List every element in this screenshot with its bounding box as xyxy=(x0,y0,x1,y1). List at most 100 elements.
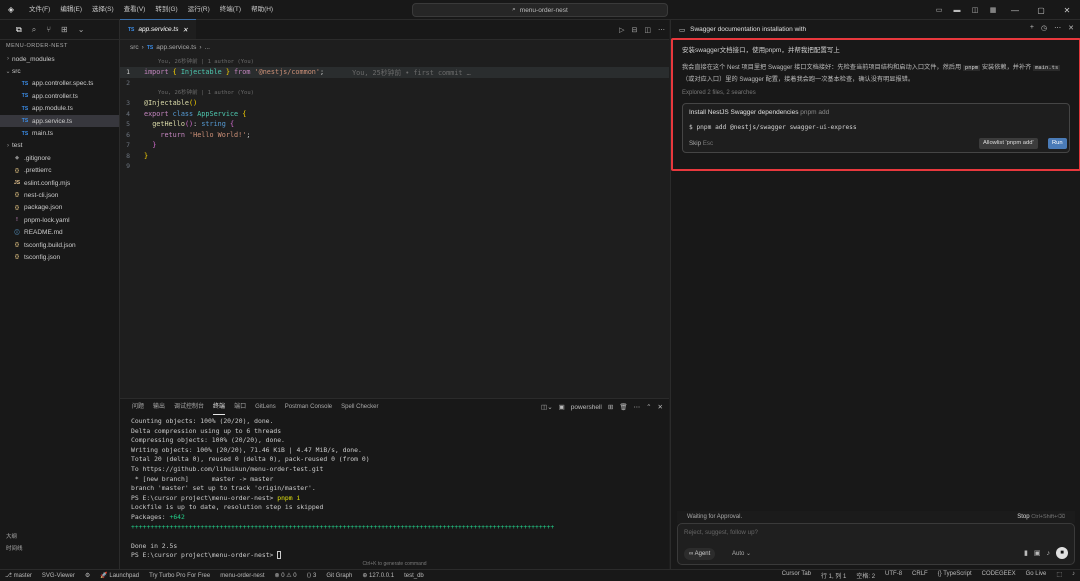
tab-debug-console[interactable]: 调试控制台 xyxy=(174,399,204,415)
allowlist-button[interactable]: Allowlist 'pnpm add' xyxy=(979,138,1038,149)
status-settings-icon[interactable]: ⚙ xyxy=(80,572,95,579)
tree-file[interactable]: TS app.module.ts xyxy=(0,103,119,115)
tree-folder[interactable]: › node_modules xyxy=(0,53,119,65)
menu-goto[interactable]: 转到(G) xyxy=(150,0,182,20)
new-chat-icon[interactable]: + xyxy=(1030,24,1034,32)
status-language[interactable]: {} TypeScript xyxy=(933,571,977,580)
menu-run[interactable]: 运行(R) xyxy=(183,0,215,20)
model-selector[interactable]: Auto ⌄ xyxy=(732,548,751,560)
run-icon[interactable]: ▷ xyxy=(619,26,624,34)
status-cursor-position[interactable]: 行 1, 列 1 xyxy=(816,571,851,580)
status-turbo-pro[interactable]: Try Turbo Pro For Free xyxy=(144,573,215,579)
tree-file[interactable]: {} tsconfig.json xyxy=(0,251,119,263)
explored-summary[interactable]: Explored 2 files, 2 searches xyxy=(682,88,1072,99)
tab-app-service[interactable]: TS app.service.ts ✕ xyxy=(120,19,196,39)
tree-file[interactable]: {} tsconfig.build.json xyxy=(0,239,119,251)
status-codegeex[interactable]: CODEGEEX xyxy=(977,571,1021,580)
chevron-down-icon[interactable]: ⌄ xyxy=(78,25,85,34)
menu-file[interactable]: 文件(F) xyxy=(24,0,55,20)
status-svg-viewer[interactable]: SVG-Viewer xyxy=(37,573,80,579)
tree-folder[interactable]: › test xyxy=(0,140,119,152)
tree-file[interactable]: ⓘ README.md xyxy=(0,226,119,238)
close-tab-icon[interactable]: ✕ xyxy=(183,26,188,34)
split-terminal-icon[interactable]: ◫⌄ xyxy=(541,403,553,411)
tree-file[interactable]: TS main.ts xyxy=(0,127,119,139)
explorer-files-icon[interactable]: ⧉ xyxy=(16,25,22,35)
breadcrumb-folder[interactable]: src xyxy=(130,44,139,51)
tree-file[interactable]: {} package.json xyxy=(0,202,119,214)
toggle-panel-icon[interactable]: ▬ xyxy=(951,4,963,16)
status-eol[interactable]: CRLF xyxy=(907,571,933,580)
tree-folder[interactable]: ⌄ src xyxy=(0,65,119,77)
status-host[interactable]: ⊕ 127.0.0.1 xyxy=(357,572,399,579)
history-icon[interactable]: ◷ xyxy=(1041,24,1047,32)
status-git-branch[interactable]: ⎇ master xyxy=(0,572,37,579)
tab-ports[interactable]: 端口 xyxy=(234,399,246,415)
close-icon[interactable]: ✕ xyxy=(658,403,663,411)
menu-edit[interactable]: 编辑(E) xyxy=(55,0,87,20)
open-changes-icon[interactable]: ⊟ xyxy=(632,26,638,34)
command-center-search[interactable]: ⌕ menu-order-nest xyxy=(412,3,668,17)
status-launchpad[interactable]: 🚀 Launchpad xyxy=(95,572,144,579)
toggle-secondary-sidebar-icon[interactable]: ◫ xyxy=(969,4,981,16)
customize-layout-icon[interactable]: ▦ xyxy=(987,4,999,16)
stop-generation-icon[interactable]: ■ xyxy=(1056,547,1068,559)
search-icon[interactable]: ⌕ xyxy=(32,25,36,35)
status-problems[interactable]: ⊗ 0 ⚠ 0 xyxy=(270,572,302,579)
tree-file[interactable]: TS app.service.ts xyxy=(0,114,119,128)
agent-mode-selector[interactable]: ∞ Agent xyxy=(684,548,716,560)
status-ports[interactable]: ⟨⟩ 3 xyxy=(302,572,322,579)
outline-section[interactable]: 大纲 xyxy=(0,531,120,543)
tab-spell-checker[interactable]: Spell Checker xyxy=(341,399,378,415)
codelens-author[interactable]: You, 26秒钟前 | 1 author (You) xyxy=(120,57,669,67)
breadcrumb-symbol[interactable]: ... xyxy=(205,44,210,51)
more-actions-icon[interactable]: ⋯ xyxy=(658,26,665,34)
terminal-output[interactable]: Counting objects: 100% (20/20), done. Del… xyxy=(120,415,669,561)
status-notifications-icon[interactable]: ♪ xyxy=(1067,571,1080,580)
timeline-section[interactable]: 时间线 xyxy=(0,543,120,555)
microphone-icon[interactable]: ♪ xyxy=(1047,550,1051,557)
more-actions-icon[interactable]: ⋯ xyxy=(1054,24,1061,32)
source-control-icon[interactable]: ⑂ xyxy=(46,25,51,34)
status-cursor-tab[interactable]: Cursor Tab xyxy=(777,571,816,580)
trash-icon[interactable]: 🗑 xyxy=(619,403,627,411)
status-indentation[interactable]: 空格: 2 xyxy=(851,571,880,580)
tab-problems[interactable]: 问题 xyxy=(132,399,144,415)
menu-view[interactable]: 查看(V) xyxy=(119,0,151,20)
status-database[interactable]: test_db xyxy=(399,573,429,579)
tree-file[interactable]: TS app.controller.ts xyxy=(0,90,119,102)
terminal-shell-name[interactable]: powershell xyxy=(571,404,602,411)
status-project[interactable]: menu-order-nest xyxy=(215,573,269,579)
tab-gitlens[interactable]: GitLens xyxy=(255,399,276,415)
tab-postman-console[interactable]: Postman Console xyxy=(285,399,332,415)
image-icon[interactable]: ▣ xyxy=(1034,549,1041,557)
maximize-panel-icon[interactable]: ⌃ xyxy=(646,403,651,411)
toggle-primary-sidebar-icon[interactable]: ▭ xyxy=(933,4,945,16)
menu-help[interactable]: 帮助(H) xyxy=(246,0,278,20)
tree-file[interactable]: {} nest-cli.json xyxy=(0,189,119,201)
split-editor-icon[interactable]: ◫ xyxy=(644,26,651,34)
chat-title[interactable]: Swagger documentation installation with xyxy=(690,26,806,33)
minimize-button[interactable]: — xyxy=(1002,0,1028,20)
tree-file[interactable]: JS eslint.config.mjs xyxy=(0,177,119,189)
tree-file[interactable]: ! pnpm-lock.yaml xyxy=(0,214,119,226)
explorer-project-title[interactable]: MENU-ORDER-NEST xyxy=(0,40,119,53)
new-terminal-icon[interactable]: ⊞ xyxy=(608,403,613,411)
status-layout-icon[interactable]: ⬚ xyxy=(1051,571,1067,580)
menu-selection[interactable]: 选择(S) xyxy=(87,0,119,20)
code-area[interactable]: You, 26秒钟前 | 1 author (You) 1 import { In… xyxy=(120,55,669,172)
close-window-button[interactable]: ✕ xyxy=(1054,0,1080,20)
menu-terminal[interactable]: 终端(T) xyxy=(215,0,246,20)
maximize-button[interactable]: ▢ xyxy=(1028,0,1054,20)
tab-terminal[interactable]: 终端 xyxy=(213,399,226,415)
tab-output[interactable]: 输出 xyxy=(153,399,165,415)
composer-placeholder[interactable]: Reject, suggest, follow up? xyxy=(684,529,758,536)
skip-button[interactable]: Skip Esc xyxy=(689,140,713,147)
run-button[interactable]: Run xyxy=(1048,138,1067,149)
mention-icon[interactable]: ▮ xyxy=(1024,549,1028,557)
breadcrumb-file[interactable]: app.service.ts xyxy=(156,44,196,51)
status-go-live[interactable]: Go Live xyxy=(1021,571,1052,580)
status-encoding[interactable]: UTF-8 xyxy=(880,571,907,580)
status-git-graph[interactable]: Git Graph xyxy=(321,573,357,579)
tree-file[interactable]: TS app.controller.spec.ts xyxy=(0,78,119,90)
